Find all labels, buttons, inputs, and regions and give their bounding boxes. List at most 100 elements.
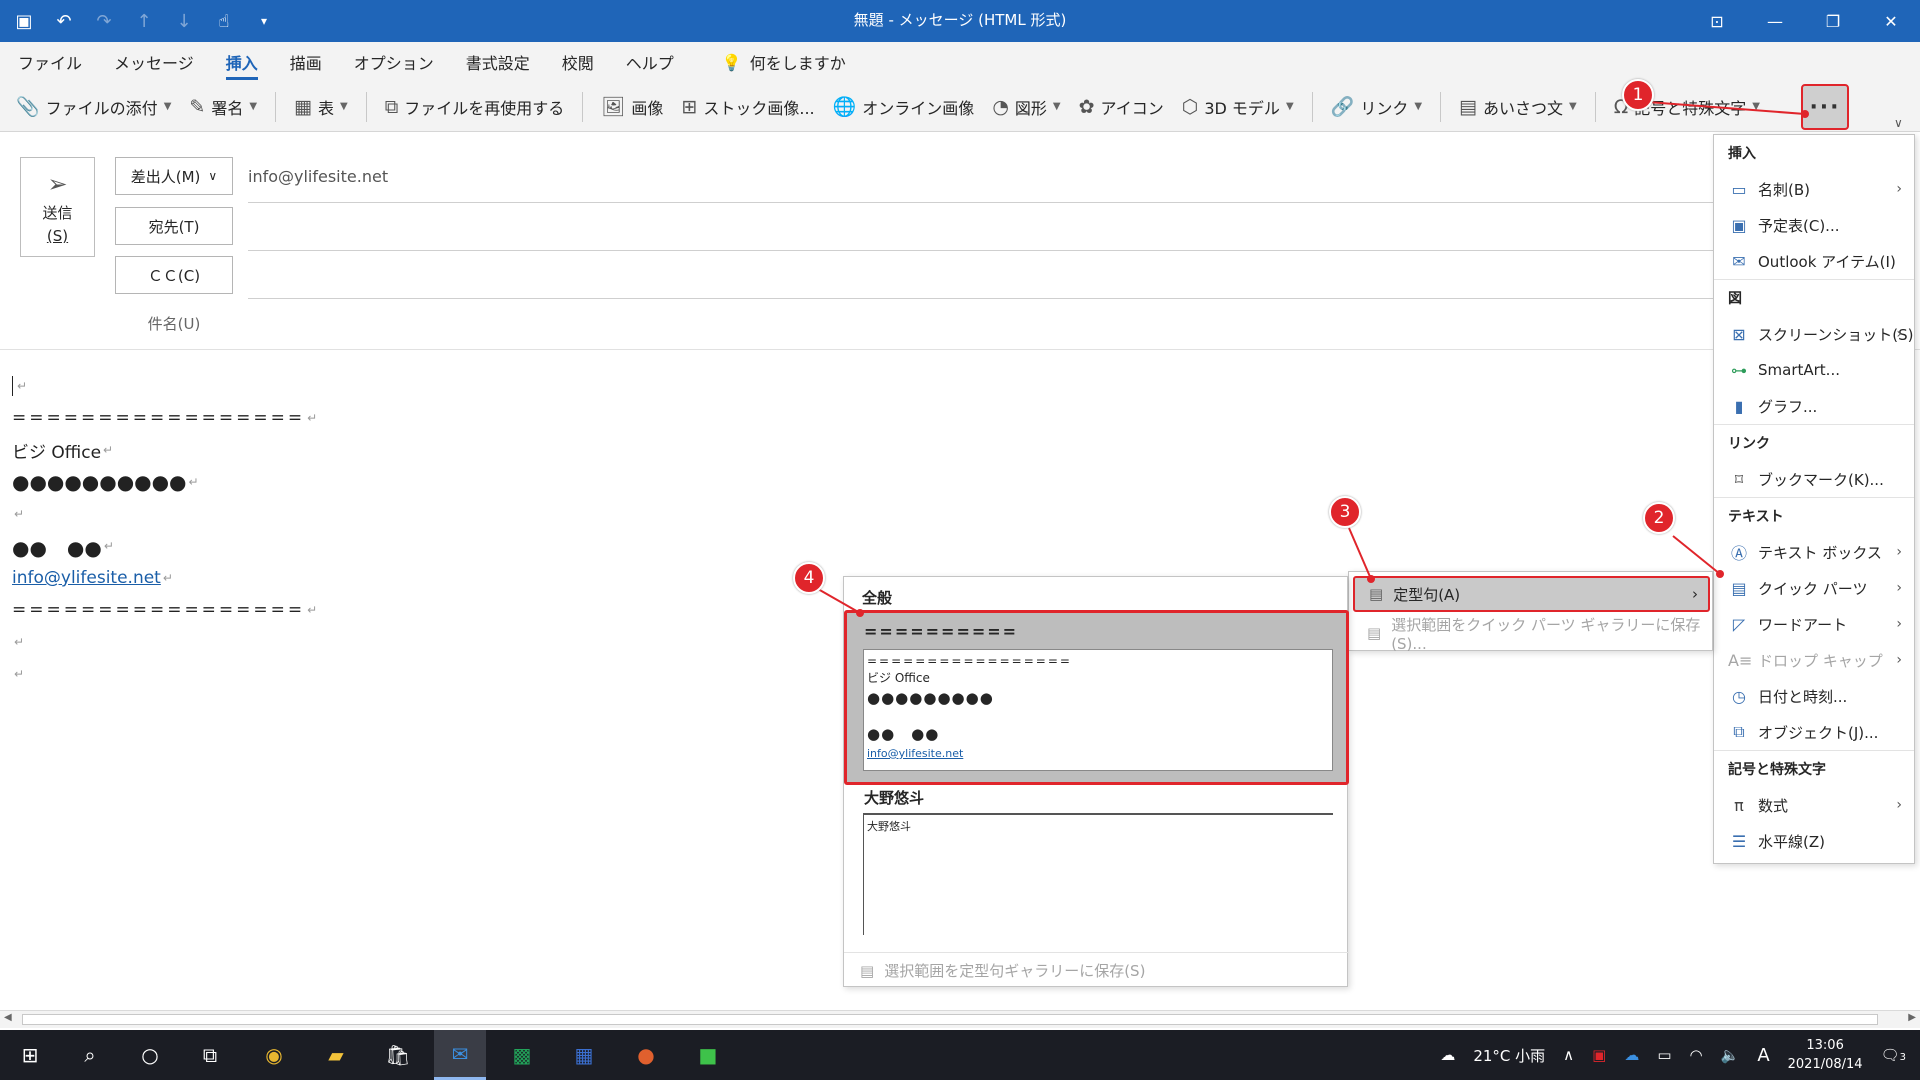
online-pictures-button[interactable]: 🌐 オンライン画像 xyxy=(833,95,975,119)
menu-item-date-time[interactable]: ◷ 日付と時刻... xyxy=(1714,678,1914,714)
to-button[interactable]: 宛先(T) xyxy=(115,207,233,245)
chevron-up-icon[interactable]: ∧ xyxy=(1563,1046,1574,1064)
autotext-entry-name[interactable]: 大野悠斗 xyxy=(864,787,924,808)
menu-item-equation[interactable]: π 数式 › xyxy=(1714,787,1914,823)
preview-line xyxy=(867,708,1329,724)
table-button[interactable]: ▦ 表 ▼ xyxy=(294,95,348,119)
menu-item-wordart[interactable]: ◸ ワードアート › xyxy=(1714,606,1914,642)
menu-item-autotext[interactable]: ▤ 定型句(A) › xyxy=(1353,576,1710,612)
more-commands-button[interactable]: ··· xyxy=(1801,84,1849,130)
menu-item-label: グラフ... xyxy=(1758,397,1818,416)
scroll-left-icon[interactable]: ◀ xyxy=(4,1012,12,1023)
tab-review[interactable]: 校閲 xyxy=(562,44,594,80)
menu-section-header: 図 xyxy=(1728,291,1742,307)
notification-icon[interactable]: 🗨3 xyxy=(1881,1046,1906,1064)
menu-item-quick-parts[interactable]: ▤ クイック パーツ › xyxy=(1714,570,1914,606)
weather-text[interactable]: 21°C 小雨 xyxy=(1473,1045,1545,1066)
paragraph-mark: ↵ xyxy=(162,571,173,585)
tab-help[interactable]: ヘルプ xyxy=(626,44,674,80)
windows-start-icon[interactable]: ⊞ xyxy=(4,1030,56,1080)
from-button[interactable]: 差出人(M) ∨ xyxy=(115,157,233,195)
attach-file-button[interactable]: 📎 ファイルの添付 ▼ xyxy=(16,95,171,119)
search-icon[interactable]: ⌕ xyxy=(64,1030,116,1080)
signature-button[interactable]: ✎ 署名 ▼ xyxy=(189,95,257,119)
scroll-right-icon[interactable]: ▶ xyxy=(1908,1012,1916,1023)
tab-options[interactable]: オプション xyxy=(354,44,434,80)
stock-images-button[interactable]: ⊞ ストック画像... xyxy=(681,95,814,119)
link-button[interactable]: 🔗 リンク ▼ xyxy=(1331,95,1422,119)
reuse-files-button[interactable]: ⧉ ファイルを再使用する xyxy=(385,95,565,119)
horizontal-scrollbar[interactable]: ◀ ▶ xyxy=(0,1010,1920,1028)
3d-models-button[interactable]: ⬡ 3D モデル ▼ xyxy=(1182,95,1294,119)
chrome-icon[interactable]: ◉ xyxy=(248,1030,300,1080)
to-field[interactable] xyxy=(248,250,1718,251)
email-link[interactable]: info@ylifesite.net xyxy=(12,568,161,588)
date-time-icon: ◷ xyxy=(1732,686,1746,706)
menu-item-object[interactable]: ⧉ オブジェクト(J)... xyxy=(1714,714,1914,750)
paragraph-mark: ↵ xyxy=(307,411,318,425)
excel-icon[interactable]: ▩ xyxy=(496,1030,548,1080)
app-tray-icon[interactable]: ▣ xyxy=(1592,1046,1606,1064)
restore-ribbon-icon[interactable]: ⊡ xyxy=(1688,0,1746,42)
drop-cap-icon: A≡ xyxy=(1728,650,1753,670)
menu-item-bookmark[interactable]: ⌑ ブックマーク(K)... xyxy=(1714,461,1914,497)
cc-field[interactable] xyxy=(248,298,1718,299)
store-icon[interactable]: 🛍 xyxy=(372,1030,424,1080)
clock[interactable]: 13:06 2021/08/14 xyxy=(1788,1036,1863,1074)
volume-icon[interactable]: 🔈 xyxy=(1721,1046,1740,1064)
clock-date: 2021/08/14 xyxy=(1787,1057,1863,1072)
autotext-preview[interactable]: 大野悠斗 xyxy=(863,813,1333,935)
body-text: ビジ Office xyxy=(12,442,102,463)
send-button[interactable]: ➢ 送信 (S) xyxy=(20,157,95,257)
tab-format[interactable]: 書式設定 xyxy=(466,44,530,80)
menu-item-chart[interactable]: ▮ グラフ... xyxy=(1714,388,1914,424)
minimize-icon[interactable]: — xyxy=(1746,0,1804,42)
tab-insert[interactable]: 挿入 xyxy=(225,44,258,80)
explorer-icon[interactable]: ▰ xyxy=(310,1030,362,1080)
onedrive-icon[interactable]: ☁ xyxy=(1624,1046,1639,1064)
send-label: 送信 xyxy=(42,203,73,222)
horizontal-line-icon: ☰ xyxy=(1731,831,1747,851)
body-line: ↵ xyxy=(12,626,317,658)
maximize-icon[interactable]: ❐ xyxy=(1804,0,1862,42)
tell-me-box[interactable]: 💡 何をしますか xyxy=(722,50,846,74)
outlook-icon[interactable]: ✉ xyxy=(434,1030,486,1080)
separator xyxy=(1311,91,1313,122)
line-icon[interactable]: ■ xyxy=(682,1030,734,1080)
powerpoint-icon[interactable]: ● xyxy=(620,1030,672,1080)
menu-item-outlook-item[interactable]: ✉ Outlook アイテム(I) xyxy=(1714,243,1914,279)
picture-button[interactable]: 🖼 画像 xyxy=(601,95,663,119)
menu-item-smartart[interactable]: ⊶ SmartArt... xyxy=(1714,352,1914,388)
menu-item-label: 日付と時刻... xyxy=(1758,687,1848,706)
message-body[interactable]: ↵ ================= ↵ ビジ Office ↵ ●●●●●●●●… xyxy=(12,370,317,690)
greeting-button[interactable]: ▤ あいさつ文 ▼ xyxy=(1459,95,1577,119)
close-icon[interactable]: ✕ xyxy=(1862,0,1920,42)
icons-button[interactable]: ✿ アイコン xyxy=(1079,95,1164,119)
menu-item-calendar[interactable]: ▣ 予定表(C)... xyxy=(1714,207,1914,243)
collapse-ribbon-icon[interactable]: ∨ xyxy=(1894,116,1903,130)
tab-message[interactable]: メッセージ xyxy=(114,44,194,80)
paragraph-mark: ↵ xyxy=(103,539,114,553)
cc-button[interactable]: ＣＣ(C) xyxy=(115,256,233,294)
shapes-button[interactable]: ◔ 図形 ▼ xyxy=(992,95,1060,119)
menu-item-business-card[interactable]: ▭ 名刺(B) › xyxy=(1714,171,1914,207)
scroll-thumb[interactable] xyxy=(22,1014,1878,1025)
cortana-icon[interactable]: ○ xyxy=(124,1030,176,1080)
task-view-icon[interactable]: ⧉ xyxy=(184,1030,236,1080)
tab-file[interactable]: ファイル xyxy=(18,44,82,80)
word-icon[interactable]: ▦ xyxy=(558,1030,610,1080)
tab-draw[interactable]: 描画 xyxy=(290,44,322,80)
weather-icon[interactable]: ☁ xyxy=(1440,1046,1455,1064)
paragraph-mark: ↵ xyxy=(188,475,199,489)
menu-item-screenshot[interactable]: ⊠ スクリーンショット(S) › xyxy=(1714,316,1914,352)
from-value: info@ylifesite.net xyxy=(248,167,389,186)
chevron-right-icon: › xyxy=(1896,580,1902,596)
body-text: ●●●●●●●●●● xyxy=(12,470,187,494)
lightbulb-icon: 💡 xyxy=(721,52,742,72)
battery-icon[interactable]: ▭ xyxy=(1657,1046,1671,1064)
ime-indicator[interactable]: A xyxy=(1757,1045,1769,1066)
outlook-item-icon: ✉ xyxy=(1732,251,1746,271)
menu-item-horizontal-line[interactable]: ☰ 水平線(Z) xyxy=(1714,823,1914,859)
wifi-icon[interactable]: ◠ xyxy=(1690,1046,1703,1064)
menu-item-text-box[interactable]: Ⓐ テキスト ボックス › xyxy=(1714,534,1914,570)
